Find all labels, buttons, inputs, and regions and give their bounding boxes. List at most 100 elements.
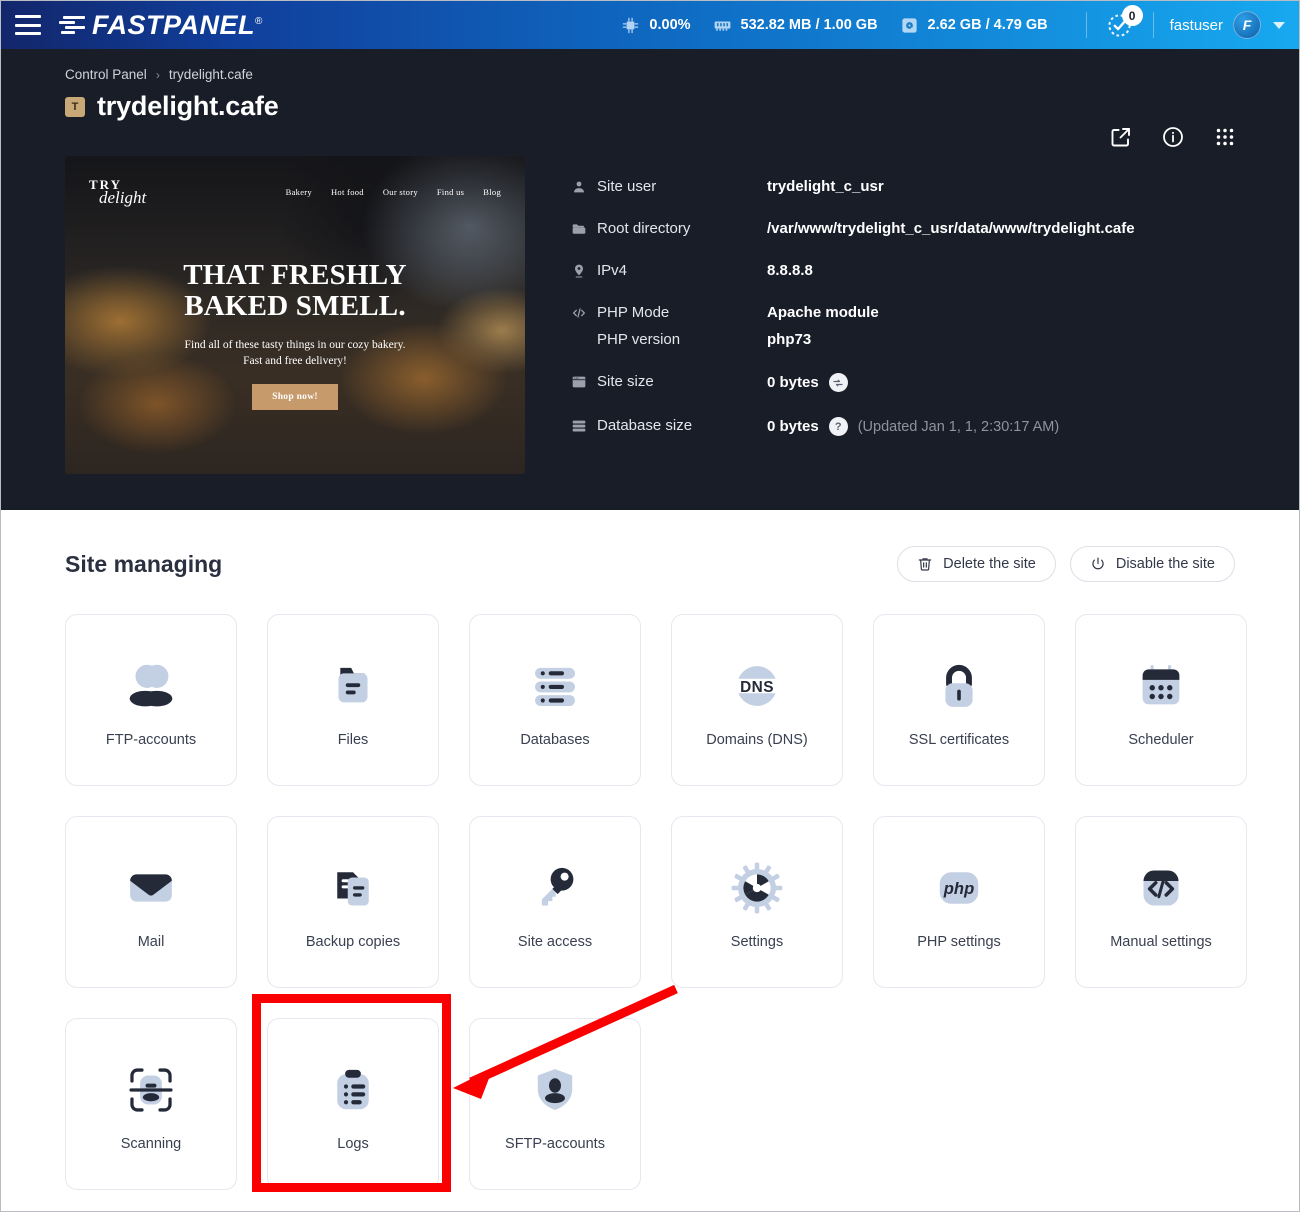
open-external-icon[interactable]	[1109, 125, 1133, 149]
hamburger-icon[interactable]	[15, 15, 41, 35]
preview-menu-item: Bakery	[285, 187, 312, 197]
mail-envelope-icon	[122, 855, 180, 921]
backup-copies-icon	[325, 855, 381, 921]
card-label: Settings	[730, 934, 784, 950]
info-value: trydelight_c_usr	[767, 178, 884, 195]
svg-text:php: php	[943, 879, 974, 898]
fastpanel-logo[interactable]: FASTPANEL®	[59, 10, 263, 41]
breadcrumb-item-control-panel[interactable]: Control Panel	[65, 67, 147, 82]
site-managing-header: Site managing Delete the site Disable th…	[65, 546, 1235, 582]
disable-site-label: Disable the site	[1115, 556, 1215, 572]
preview-menu-item: Hot food	[330, 187, 364, 197]
card-settings[interactable]: Settings	[671, 816, 843, 988]
preview-brand: TRY delight	[89, 178, 146, 206]
chevron-down-icon[interactable]	[1273, 21, 1285, 29]
disable-site-button[interactable]: Disable the site	[1069, 546, 1235, 582]
logo-text: FASTPANEL	[92, 9, 256, 40]
cpu-value: 0.00%	[649, 17, 691, 33]
code-icon	[571, 304, 597, 321]
card-mail[interactable]: Mail	[65, 816, 237, 988]
preview-headline-1: THAT FRESHLY	[183, 259, 407, 291]
question-icon[interactable]: ?	[828, 417, 848, 436]
card-label: PHP settings	[917, 934, 1001, 950]
info-value: /var/www/trydelight_c_usr/data/www/tryde…	[767, 220, 1135, 237]
site-favicon: T	[65, 96, 85, 117]
svg-text:DNS: DNS	[740, 679, 774, 696]
delete-site-label: Delete the site	[943, 556, 1036, 572]
user-icon	[571, 178, 597, 195]
card-site-access[interactable]: Site access	[469, 816, 641, 988]
disk-stat[interactable]: 2.62 GB / 4.79 GB	[900, 16, 1048, 35]
info-row-site-size: Site size 0 bytes	[571, 373, 1235, 392]
card-domains-dns[interactable]: DNS Domains (DNS)	[671, 614, 843, 786]
card-label: Databases	[520, 732, 590, 748]
divider	[1085, 12, 1087, 38]
info-value: php73	[767, 331, 812, 348]
info-label: Root directory	[597, 220, 691, 237]
card-databases[interactable]: Databases	[469, 614, 641, 786]
card-label: Mail	[137, 934, 165, 950]
card-label: SSL certificates	[908, 732, 1010, 748]
card-label: Backup copies	[305, 934, 401, 950]
info-label: IPv4	[597, 262, 628, 279]
header-actions	[1109, 125, 1237, 149]
database-size-updated-note: (Updated Jan 1, 1, 2:30:17 AM)	[857, 418, 1060, 435]
info-label: PHP version	[597, 331, 681, 348]
card-manual-settings[interactable]: Manual settings	[1075, 816, 1247, 988]
memory-value: 532.82 MB / 1.00 GB	[740, 17, 878, 33]
notifications-button[interactable]: 0	[1103, 5, 1143, 42]
card-backup-copies[interactable]: Backup copies	[267, 816, 439, 988]
card-label: Manual settings	[1110, 934, 1212, 950]
info-value: 0 bytes	[767, 374, 819, 391]
info-subrow-php-version: PHP version php73	[597, 331, 1235, 348]
preview-menu-item: Blog	[483, 187, 501, 197]
card-scheduler[interactable]: Scheduler	[1075, 614, 1247, 786]
preview-sub-1: Find all of these tasty things in our co…	[184, 338, 406, 351]
ssl-lock-icon	[930, 653, 988, 719]
manual-settings-code-icon	[1133, 855, 1189, 921]
info-row-ipv4: IPv4 8.8.8.8	[571, 262, 1235, 279]
card-files[interactable]: Files	[267, 614, 439, 786]
delete-site-button[interactable]: Delete the site	[897, 546, 1056, 582]
page-title: trydelight.cafe	[97, 91, 279, 121]
php-settings-icon: php	[931, 855, 987, 921]
card-label: FTP-accounts	[105, 732, 197, 748]
breadcrumb-item-site[interactable]: trydelight.cafe	[169, 67, 253, 82]
card-label: Scheduler	[1128, 732, 1194, 748]
memory-stat[interactable]: 532.82 MB / 1.00 GB	[713, 16, 878, 35]
dns-icon: DNS	[728, 653, 786, 719]
refresh-icon[interactable]	[828, 373, 848, 392]
disk-value: 2.62 GB / 4.79 GB	[927, 17, 1048, 33]
preview-brand-line2: delight	[99, 188, 147, 207]
info-value-wrap: 0 bytes ? (Updated Jan 1, 1, 2:30:17 AM)	[767, 417, 1059, 436]
card-scanning[interactable]: Scanning	[65, 1018, 237, 1190]
ftp-accounts-icon	[120, 653, 182, 719]
power-icon	[1090, 556, 1106, 572]
user-menu[interactable]: fastuser F	[1170, 11, 1285, 39]
card-ssl-certificates[interactable]: SSL certificates	[873, 614, 1045, 786]
folder-icon	[571, 220, 597, 237]
card-php-settings[interactable]: php PHP settings	[873, 816, 1045, 988]
page-header: Control Panel › trydelight.cafe T trydel…	[1, 49, 1299, 147]
sftp-shield-user-icon	[526, 1057, 584, 1123]
card-label: SFTP-accounts	[505, 1136, 605, 1152]
card-sftp-accounts[interactable]: SFTP-accounts	[469, 1018, 641, 1190]
app-window: FASTPANEL® 0.00% 532.82 MB / 1.00 GB 2.6…	[0, 0, 1300, 1212]
files-folder-icon	[324, 653, 382, 719]
logo-registered-mark: ®	[255, 15, 263, 27]
site-preview-thumbnail[interactable]: TRY delight Bakery Hot food Our story Fi…	[65, 156, 525, 474]
breadcrumb-separator: ›	[155, 67, 160, 82]
disk-icon	[900, 16, 919, 35]
info-label: Site size	[597, 373, 654, 390]
preview-hero: THAT FRESHLY BAKED SMELL. Find all of th…	[65, 259, 525, 410]
card-ftp-accounts[interactable]: FTP-accounts	[65, 614, 237, 786]
cpu-stat[interactable]: 0.00%	[621, 16, 691, 35]
card-logs[interactable]: Logs	[267, 1018, 439, 1190]
site-info-list: Site user trydelight_c_usr Root director…	[571, 156, 1235, 474]
scheduler-calendar-icon	[1133, 653, 1189, 719]
apps-grid-icon[interactable]	[1213, 125, 1237, 149]
info-icon[interactable]	[1161, 125, 1185, 149]
info-label: Site user	[597, 178, 657, 195]
cpu-icon	[621, 16, 640, 35]
site-managing-card-grid: FTP-accounts Files Databases DNS Domains…	[65, 614, 1247, 1190]
